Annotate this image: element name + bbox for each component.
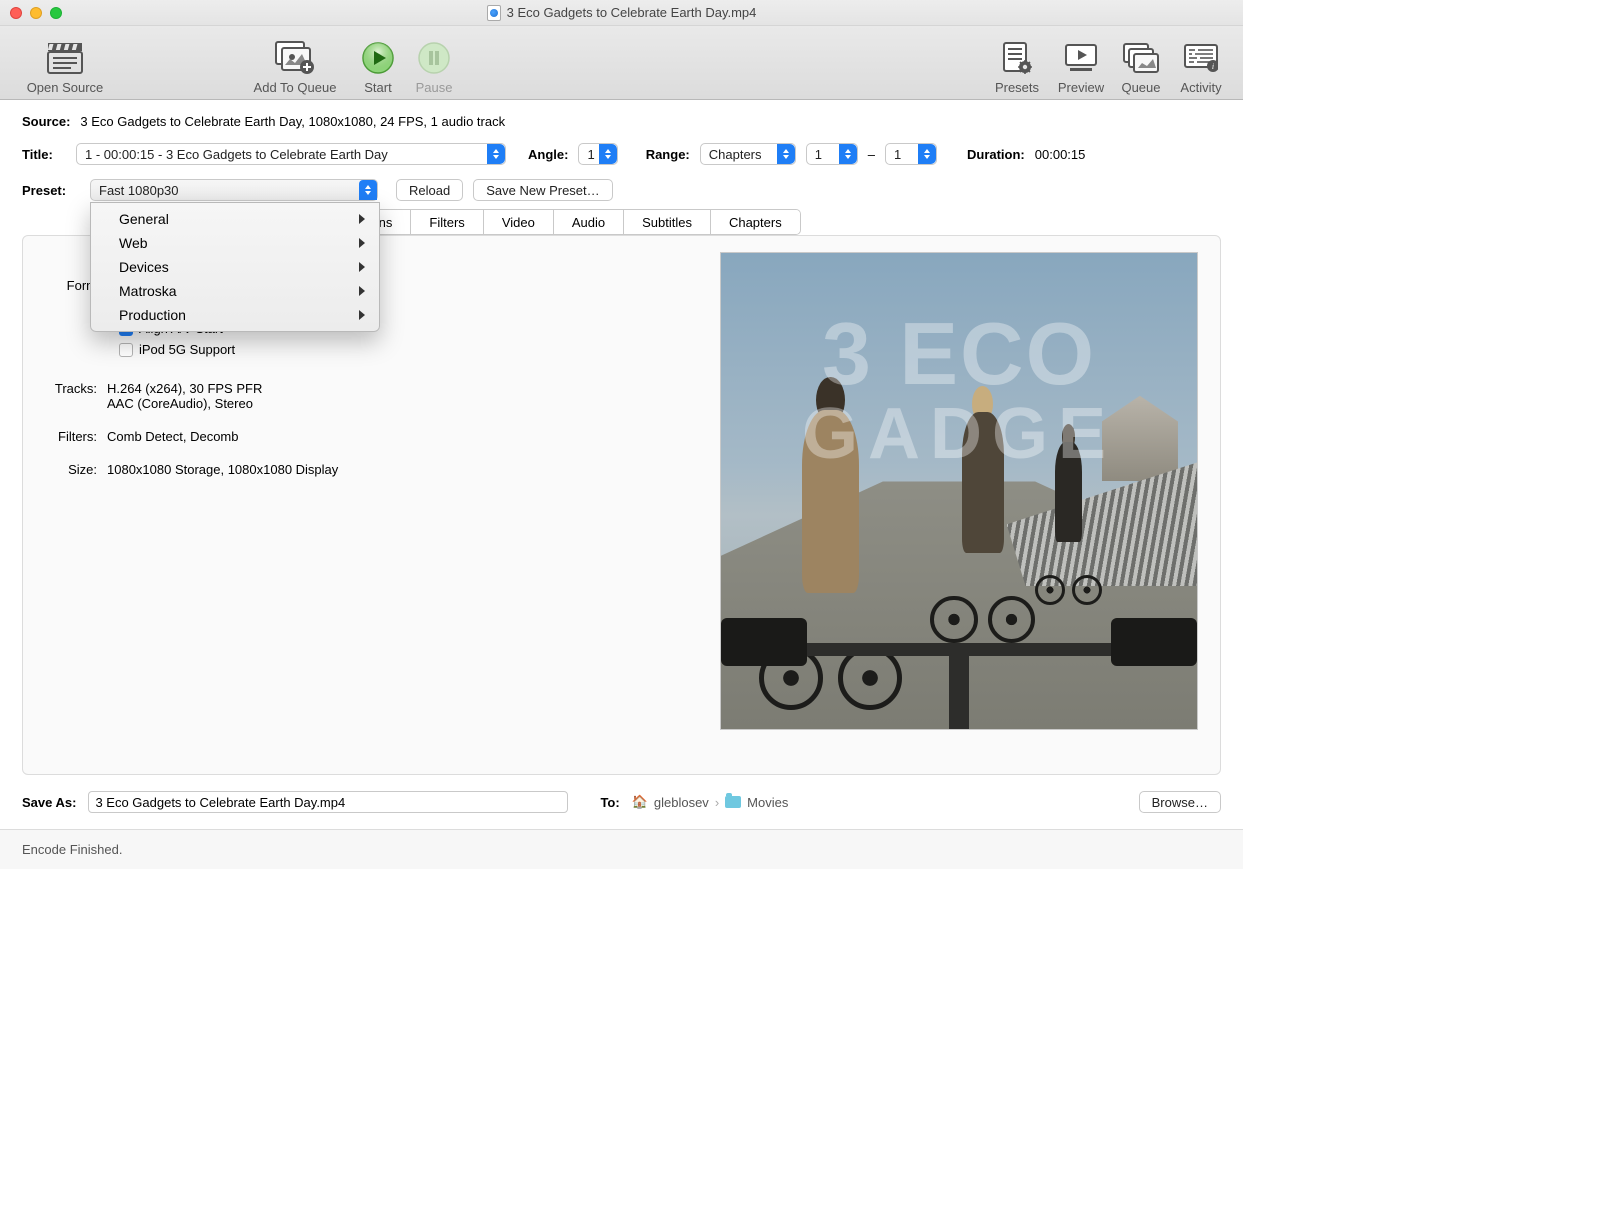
save-row: Save As: To: 🏠 gleblosev › Movies Browse… [0, 775, 1243, 829]
preset-menu-matroska[interactable]: Matroska [91, 279, 379, 303]
svg-text:i: i [1212, 62, 1214, 71]
zoom-window[interactable] [50, 7, 62, 19]
traffic-lights [10, 7, 62, 19]
tab-filters[interactable]: Filters [411, 210, 483, 234]
range-dash: – [868, 147, 875, 162]
preset-menu-devices[interactable]: Devices [91, 255, 379, 279]
presets-button[interactable]: Presets [985, 38, 1049, 95]
close-window[interactable] [10, 7, 22, 19]
pause-button[interactable]: Pause [406, 38, 462, 95]
queue-button[interactable]: Queue [1113, 38, 1169, 95]
title-select[interactable]: 1 - 00:00:15 - 3 Eco Gadgets to Celebrat… [76, 143, 506, 165]
tab-chapters[interactable]: Chapters [711, 210, 800, 234]
range-to-select[interactable]: 1 [885, 143, 937, 165]
title-label: Title: [22, 147, 66, 162]
chevron-right-icon [359, 310, 365, 320]
preview-button[interactable]: Preview [1049, 38, 1113, 95]
clapperboard-icon [45, 38, 85, 78]
preview-thumbnail: 3 ECO GADGE [720, 252, 1198, 730]
handlebar [721, 586, 1197, 729]
range-mode-select[interactable]: Chapters [700, 143, 796, 165]
reload-button[interactable]: Reload [396, 179, 463, 201]
angle-label: Angle: [528, 147, 568, 162]
tab-subtitles[interactable]: Subtitles [624, 210, 711, 234]
presets-icon [997, 38, 1037, 78]
status-bar: Encode Finished. [0, 829, 1243, 869]
queue-icon [1121, 38, 1161, 78]
preset-menu-web[interactable]: Web [91, 231, 379, 255]
destination-path[interactable]: 🏠 gleblosev › Movies [632, 794, 789, 810]
start-button[interactable]: Start [350, 38, 406, 95]
play-icon [358, 38, 398, 78]
to-label: To: [600, 795, 619, 810]
toolbar: Open Source Add To Queue Start Pause [0, 26, 1243, 100]
document-icon [487, 5, 501, 21]
titlebar: 3 Eco Gadgets to Celebrate Earth Day.mp4 [0, 0, 1243, 26]
status-text: Encode Finished. [22, 842, 122, 857]
folder-icon [725, 796, 741, 808]
activity-icon: i [1181, 38, 1221, 78]
chevron-right-icon [359, 238, 365, 248]
save-new-preset-button[interactable]: Save New Preset… [473, 179, 612, 201]
angle-select[interactable]: 1 [578, 143, 617, 165]
source-label: Source: [22, 114, 70, 129]
size-label: Size: [45, 462, 107, 477]
tracks-line1: H.264 (x264), 30 FPS PFR [107, 381, 475, 396]
size-value: 1080x1080 Storage, 1080x1080 Display [107, 462, 475, 477]
tab-video[interactable]: Video [484, 210, 554, 234]
chevron-right-icon [359, 214, 365, 224]
open-source-button[interactable]: Open Source [10, 38, 120, 95]
checkbox-icon [119, 343, 133, 357]
source-value: 3 Eco Gadgets to Celebrate Earth Day, 10… [80, 114, 505, 129]
add-to-queue-button[interactable]: Add To Queue [240, 38, 350, 95]
overlay-text: 3 ECO GADGE [721, 310, 1197, 470]
range-label: Range: [646, 147, 690, 162]
ipod5g-checkbox[interactable]: iPod 5G Support [119, 342, 475, 357]
preset-dropdown-menu: General Web Devices Matroska Production [90, 202, 380, 332]
chevron-right-icon [359, 286, 365, 296]
duration-value: 00:00:15 [1035, 147, 1086, 162]
tracks-line2: AAC (CoreAudio), Stereo [107, 396, 475, 411]
home-icon: 🏠 [632, 794, 648, 810]
save-as-label: Save As: [22, 795, 76, 810]
tracks-label: Tracks: [45, 381, 107, 411]
filters-label: Filters: [45, 429, 107, 444]
pause-icon [414, 38, 454, 78]
preset-select[interactable]: Fast 1080p30 [90, 179, 378, 201]
minimize-window[interactable] [30, 7, 42, 19]
add-to-queue-icon [275, 38, 315, 78]
preset-label: Preset: [22, 183, 80, 198]
preset-menu-general[interactable]: General [91, 207, 379, 231]
browse-button[interactable]: Browse… [1139, 791, 1221, 813]
filters-value: Comb Detect, Decomb [107, 429, 475, 444]
range-from-select[interactable]: 1 [806, 143, 858, 165]
window-title-text: 3 Eco Gadgets to Celebrate Earth Day.mp4 [507, 5, 757, 20]
activity-button[interactable]: i Activity [1169, 38, 1233, 95]
save-as-input[interactable] [88, 791, 568, 813]
tab-audio[interactable]: Audio [554, 210, 624, 234]
window-title: 3 Eco Gadgets to Celebrate Earth Day.mp4 [0, 5, 1243, 21]
chevron-right-icon [359, 262, 365, 272]
preset-menu-production[interactable]: Production [91, 303, 379, 327]
preview-icon [1061, 38, 1101, 78]
duration-label: Duration: [967, 147, 1025, 162]
